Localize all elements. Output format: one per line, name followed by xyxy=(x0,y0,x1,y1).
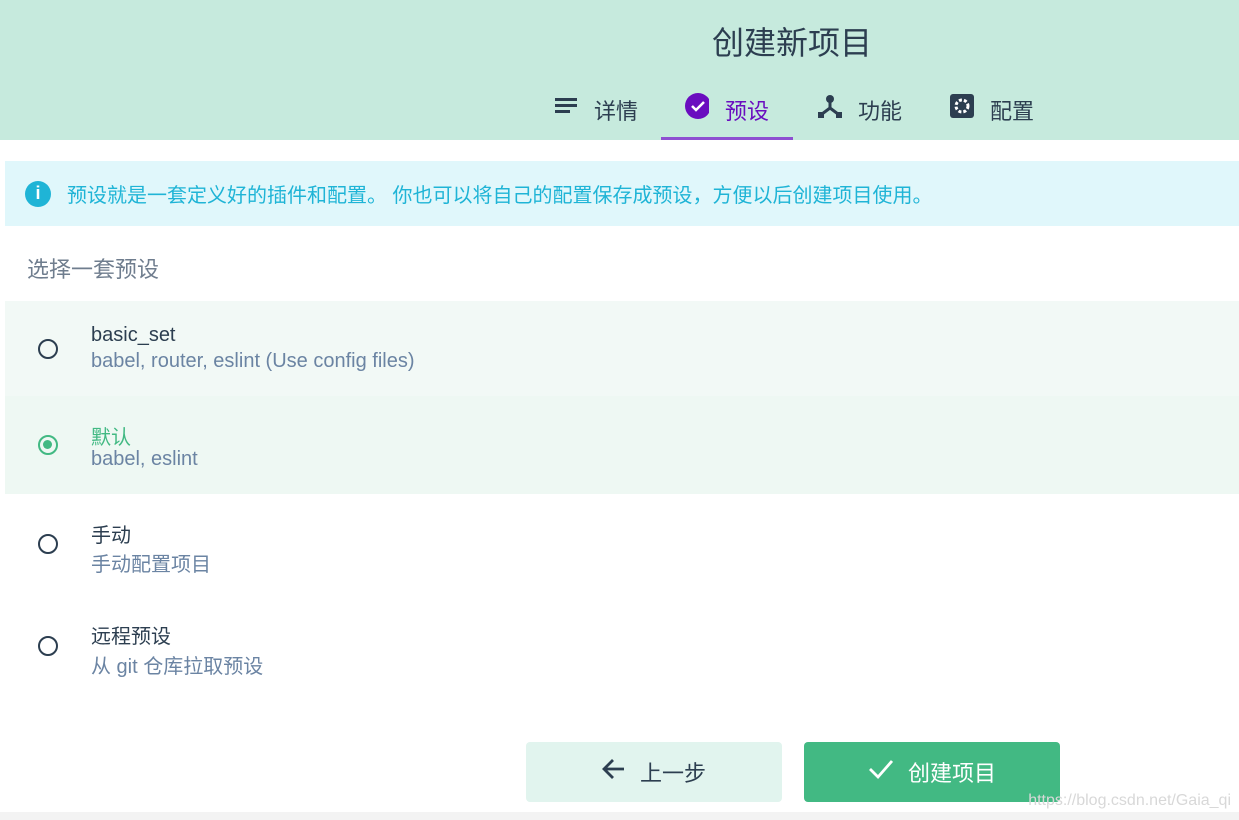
page-title: 创建新项目 xyxy=(712,25,873,61)
tab-presets[interactable]: 预设 xyxy=(661,88,793,140)
info-banner: i 预设就是一套定义好的插件和配置。 你也可以将自己的配置保存成预设，方便以后创… xyxy=(5,161,1239,226)
tab-config[interactable]: 配置 xyxy=(950,88,1034,140)
radio-button[interactable] xyxy=(38,534,58,554)
preset-desc: babel, eslint xyxy=(91,448,198,470)
tab-features[interactable]: 功能 xyxy=(818,88,902,140)
preset-name: 远程预设 xyxy=(91,626,171,648)
check-icon xyxy=(868,758,894,786)
tab-label: 功能 xyxy=(858,99,903,124)
tab-label: 配置 xyxy=(990,99,1035,124)
preset-desc: babel, router, eslint (Use config files) xyxy=(91,350,415,372)
radio-button[interactable] xyxy=(38,636,58,656)
tab-label: 详情 xyxy=(594,99,639,124)
gear-icon xyxy=(950,94,974,118)
preset-desc: 从 git 仓库拉取预设 xyxy=(91,656,264,678)
preset-name: 手动 xyxy=(91,525,131,547)
header: 创建新项目 详情 预设 功能 配置 xyxy=(0,0,1239,140)
check-circle-icon xyxy=(685,93,709,119)
arrow-left-icon xyxy=(602,758,626,786)
preset-option-manual[interactable]: 手动 手动配置项目 xyxy=(5,496,1239,594)
section-title: 选择一套预设 xyxy=(27,257,160,282)
radio-button[interactable] xyxy=(38,339,58,359)
preset-option-remote[interactable]: 远程预设 从 git 仓库拉取预设 xyxy=(5,596,1239,694)
preset-option-default[interactable]: 默认 babel, eslint xyxy=(5,396,1239,494)
create-project-button[interactable]: 创建项目 xyxy=(804,742,1060,802)
footer-bar xyxy=(0,812,1239,820)
tab-details[interactable]: 详情 xyxy=(554,88,638,140)
preset-option-basic-set[interactable]: basic_set babel, router, eslint (Use con… xyxy=(5,301,1239,399)
preset-desc: 手动配置项目 xyxy=(91,554,211,576)
list-icon xyxy=(554,94,578,118)
watermark: https://blog.csdn.net/Gaia_qi xyxy=(1028,792,1231,809)
radio-button-selected[interactable] xyxy=(38,435,58,455)
previous-step-button[interactable]: 上一步 xyxy=(526,742,782,802)
preset-name: 默认 xyxy=(91,427,131,449)
fork-icon xyxy=(818,94,842,118)
button-label: 创建项目 xyxy=(907,761,996,786)
tab-label: 预设 xyxy=(725,99,770,124)
preset-name: basic_set xyxy=(91,324,176,346)
button-label: 上一步 xyxy=(639,761,706,786)
info-icon: i xyxy=(25,180,51,207)
info-text: 预设就是一套定义好的插件和配置。 你也可以将自己的配置保存成预设，方便以后创建项… xyxy=(67,185,933,207)
